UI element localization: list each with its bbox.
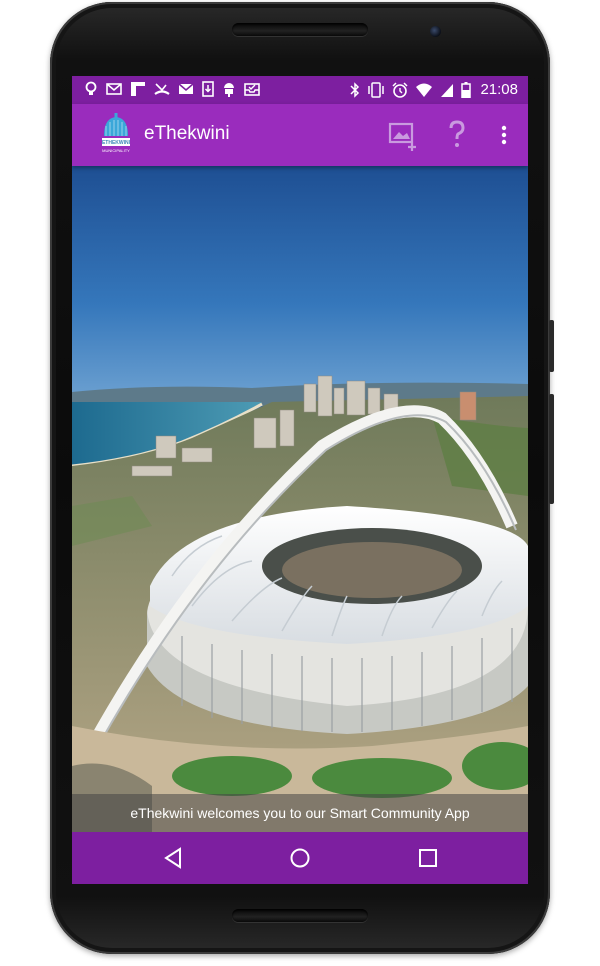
power-button <box>549 320 554 372</box>
nav-bar <box>72 832 528 884</box>
app-title: eThekwini <box>144 123 230 144</box>
ethekwini-logo: ETHEKWINI MUNICIPALITY <box>100 112 132 156</box>
vibrate-icon <box>368 81 385 98</box>
bluetooth-icon <box>350 81 360 98</box>
gmail-icon <box>178 83 194 94</box>
inbox-icon <box>244 83 260 96</box>
hero-image: eThekwini welcomes you to our Smart Comm… <box>72 166 528 832</box>
lightbulb-icon <box>85 81 97 95</box>
download-icon <box>202 81 214 97</box>
status-bar: 21:08 <box>72 76 528 104</box>
wifi-icon <box>416 83 433 97</box>
app-bar: ETHEKWINI MUNICIPALITY eThekwini <box>72 104 528 166</box>
recents-icon[interactable] <box>417 846 439 870</box>
svg-text:MUNICIPALITY: MUNICIPALITY <box>102 148 130 153</box>
screen: 21:08 ETHEKWINI MUNICIPALITY eThekwini e… <box>72 76 528 884</box>
signal-icon <box>441 83 454 97</box>
add-photo-icon[interactable] <box>388 118 420 154</box>
battery-icon <box>461 81 472 98</box>
status-time: 21:08 <box>480 81 518 98</box>
stadium-photo <box>72 166 528 832</box>
welcome-caption: eThekwini welcomes you to our Smart Comm… <box>72 794 528 832</box>
home-icon[interactable] <box>289 846 311 870</box>
missed-call-icon <box>154 83 170 95</box>
flipboard-icon <box>131 82 145 96</box>
mail-icon <box>106 83 122 95</box>
front-camera <box>430 26 441 37</box>
top-speaker <box>232 23 368 36</box>
bottom-speaker <box>232 909 368 922</box>
back-icon[interactable] <box>162 846 184 870</box>
overflow-menu-icon[interactable] <box>499 118 509 154</box>
android-icon <box>224 83 234 97</box>
alarm-icon <box>392 81 408 98</box>
volume-button <box>549 394 554 504</box>
svg-text:ETHEKWINI: ETHEKWINI <box>102 140 131 146</box>
help-icon[interactable] <box>446 118 468 154</box>
